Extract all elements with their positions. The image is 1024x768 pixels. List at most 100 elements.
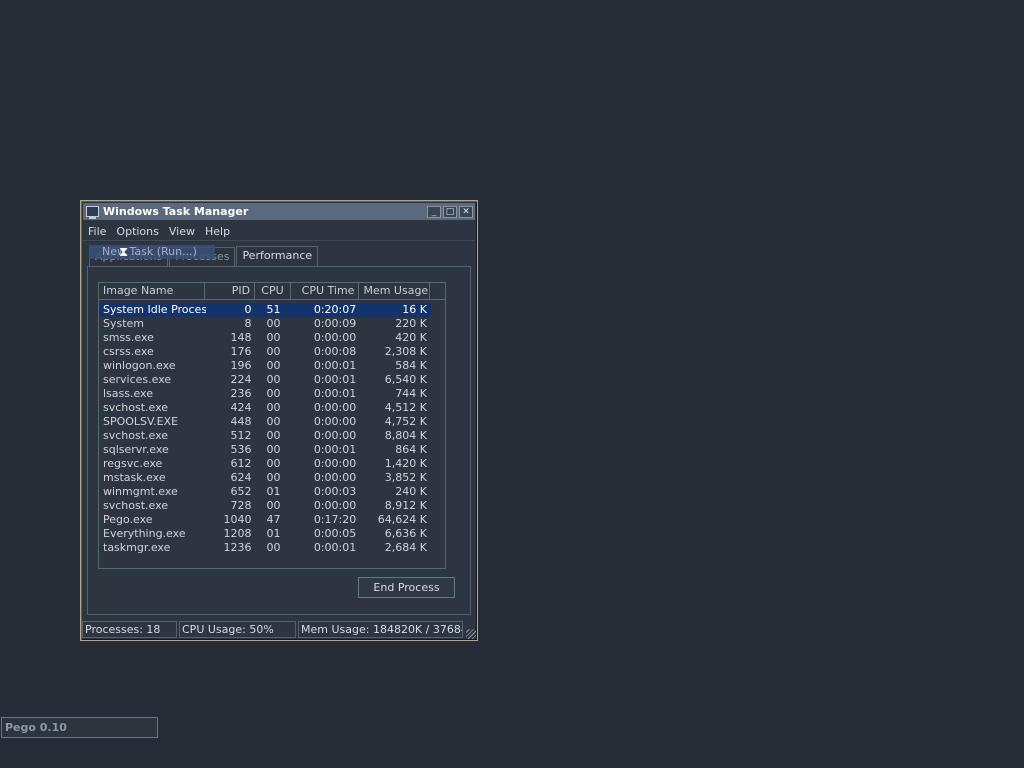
end-process-button[interactable]: End Process xyxy=(358,577,455,598)
cell-cpu-time: 0:00:08 xyxy=(313,345,357,358)
table-row[interactable]: System Idle Process 0 51 0:20:07 16 K xyxy=(99,303,431,317)
cell-cpu: 00 xyxy=(266,415,281,428)
cell-mem-usage: 64,624 K xyxy=(377,513,427,526)
cell-image-name: winmgmt.exe xyxy=(103,485,178,498)
cell-image-name: SPOOLSV.EXE xyxy=(103,415,179,428)
cell-image-name: System Idle Process xyxy=(103,303,206,316)
column-mem-usage[interactable]: Mem Usage xyxy=(359,283,431,299)
table-row[interactable]: Pego.exe 1040 47 0:17:20 64,624 K xyxy=(99,513,431,527)
maximize-button[interactable]: □ xyxy=(443,205,457,218)
cell-cpu-time: 0:00:00 xyxy=(313,429,357,442)
table-row[interactable]: taskmgr.exe 1236 00 0:00:01 2,684 K xyxy=(99,541,431,555)
menu-file[interactable]: File xyxy=(83,225,111,238)
cell-pid: 1040 xyxy=(223,513,252,526)
cell-cpu: 00 xyxy=(266,443,281,456)
table-row[interactable]: regsvc.exe 612 00 0:00:00 1,420 K xyxy=(99,457,431,471)
cell-mem-usage: 2,308 K xyxy=(384,345,427,358)
cell-image-name: taskmgr.exe xyxy=(103,541,171,554)
title-bar[interactable]: Windows Task Manager _ □ ✕ xyxy=(83,203,475,220)
column-image-name[interactable]: Image Name xyxy=(99,283,206,299)
menu-help[interactable]: Help xyxy=(200,225,235,238)
cell-cpu-time: 0:20:07 xyxy=(313,303,357,316)
menu-options[interactable]: Options xyxy=(111,225,163,238)
cell-pid: 0 xyxy=(244,303,252,316)
process-list[interactable]: Image Name PID CPU CPU Time Mem Usage Sy… xyxy=(98,282,446,569)
table-row[interactable]: services.exe 224 00 0:00:01 6,540 K xyxy=(99,373,431,387)
cell-cpu: 00 xyxy=(266,541,281,554)
cell-image-name: smss.exe xyxy=(103,331,154,344)
menu-bar: File Options View Help xyxy=(83,222,475,241)
cell-cpu: 00 xyxy=(266,345,281,358)
table-row[interactable]: csrss.exe 176 00 0:00:08 2,308 K xyxy=(99,345,431,359)
cell-mem-usage: 4,512 K xyxy=(384,401,427,414)
taskbar-button-pego[interactable]: Pego 0.10 xyxy=(1,717,158,738)
cell-cpu-time: 0:00:00 xyxy=(313,471,357,484)
cell-cpu: 00 xyxy=(266,429,281,442)
cell-cpu-time: 0:00:00 xyxy=(313,457,357,470)
resize-grip-icon[interactable] xyxy=(466,629,476,639)
minimize-button[interactable]: _ xyxy=(427,205,441,218)
table-row[interactable]: svchost.exe 728 00 0:00:00 8,912 K xyxy=(99,499,431,513)
close-button[interactable]: ✕ xyxy=(459,205,473,218)
table-row[interactable]: lsass.exe 236 00 0:00:01 744 K xyxy=(99,387,431,401)
cell-mem-usage: 8,804 K xyxy=(384,429,427,442)
cell-pid: 512 xyxy=(230,429,252,442)
cell-mem-usage: 420 K xyxy=(395,331,427,344)
cell-image-name: Pego.exe xyxy=(103,513,153,526)
cell-pid: 448 xyxy=(230,415,252,428)
cell-pid: 148 xyxy=(230,331,252,344)
column-pid[interactable]: PID xyxy=(205,283,256,299)
cell-mem-usage: 16 K xyxy=(402,303,427,316)
cell-mem-usage: 3,852 K xyxy=(384,471,427,484)
cell-cpu-time: 0:00:03 xyxy=(313,485,357,498)
cell-cpu: 00 xyxy=(266,331,281,344)
table-row[interactable]: svchost.exe 424 00 0:00:00 4,512 K xyxy=(99,401,431,415)
column-cpu-time[interactable]: CPU Time xyxy=(291,283,360,299)
cell-cpu-time: 0:00:01 xyxy=(313,359,357,372)
cell-pid: 1236 xyxy=(223,541,252,554)
menu-view[interactable]: View xyxy=(164,225,200,238)
cell-cpu: 00 xyxy=(266,387,281,400)
tab-performance[interactable]: Performance xyxy=(236,246,319,267)
cell-cpu: 00 xyxy=(266,457,281,470)
cell-cpu-time: 0:00:01 xyxy=(313,373,357,386)
cell-pid: 176 xyxy=(230,345,252,358)
new-task-menu-item[interactable]: New Task (Run...) xyxy=(89,245,215,259)
table-row[interactable]: Everything.exe 1208 01 0:00:05 6,636 K xyxy=(99,527,431,541)
cell-image-name: csrss.exe xyxy=(103,345,154,358)
cell-mem-usage: 6,540 K xyxy=(384,373,427,386)
cell-pid: 424 xyxy=(230,401,252,414)
cell-pid: 8 xyxy=(244,317,252,330)
cell-cpu-time: 0:00:01 xyxy=(313,443,357,456)
cell-cpu-time: 0:00:00 xyxy=(313,331,357,344)
cell-pid: 196 xyxy=(230,359,252,372)
cell-cpu-time: 0:00:05 xyxy=(313,527,357,540)
table-row[interactable]: SPOOLSV.EXE 448 00 0:00:00 4,752 K xyxy=(99,415,431,429)
cell-mem-usage: 6,636 K xyxy=(384,527,427,540)
cell-mem-usage: 2,684 K xyxy=(384,541,427,554)
table-row[interactable]: winmgmt.exe 652 01 0:00:03 240 K xyxy=(99,485,431,499)
cell-cpu-time: 0:00:01 xyxy=(313,387,357,400)
window-title: Windows Task Manager xyxy=(103,205,249,218)
cell-cpu-time: 0:00:01 xyxy=(313,541,357,554)
cell-mem-usage: 584 K xyxy=(395,359,427,372)
table-row[interactable]: smss.exe 148 00 0:00:00 420 K xyxy=(99,331,431,345)
cell-cpu-time: 0:00:00 xyxy=(313,499,357,512)
table-row[interactable]: System 8 00 0:00:09 220 K xyxy=(99,317,431,331)
cell-image-name: svchost.exe xyxy=(103,429,169,442)
table-row[interactable]: mstask.exe 624 00 0:00:00 3,852 K xyxy=(99,471,431,485)
cell-cpu: 00 xyxy=(266,401,281,414)
computer-icon xyxy=(86,206,99,219)
table-row[interactable]: sqlservr.exe 536 00 0:00:01 864 K xyxy=(99,443,431,457)
table-row[interactable]: svchost.exe 512 00 0:00:00 8,804 K xyxy=(99,429,431,443)
cell-mem-usage: 8,912 K xyxy=(384,499,427,512)
column-cpu[interactable]: CPU xyxy=(255,283,291,299)
table-row[interactable]: winlogon.exe 196 00 0:00:01 584 K xyxy=(99,359,431,373)
cell-image-name: Everything.exe xyxy=(103,527,186,540)
cell-cpu: 47 xyxy=(266,513,281,526)
cell-cpu: 00 xyxy=(266,499,281,512)
cell-image-name: winlogon.exe xyxy=(103,359,176,372)
process-list-header: Image Name PID CPU CPU Time Mem Usage xyxy=(99,283,445,300)
cell-pid: 1208 xyxy=(223,527,252,540)
cell-cpu-time: 0:00:00 xyxy=(313,401,357,414)
